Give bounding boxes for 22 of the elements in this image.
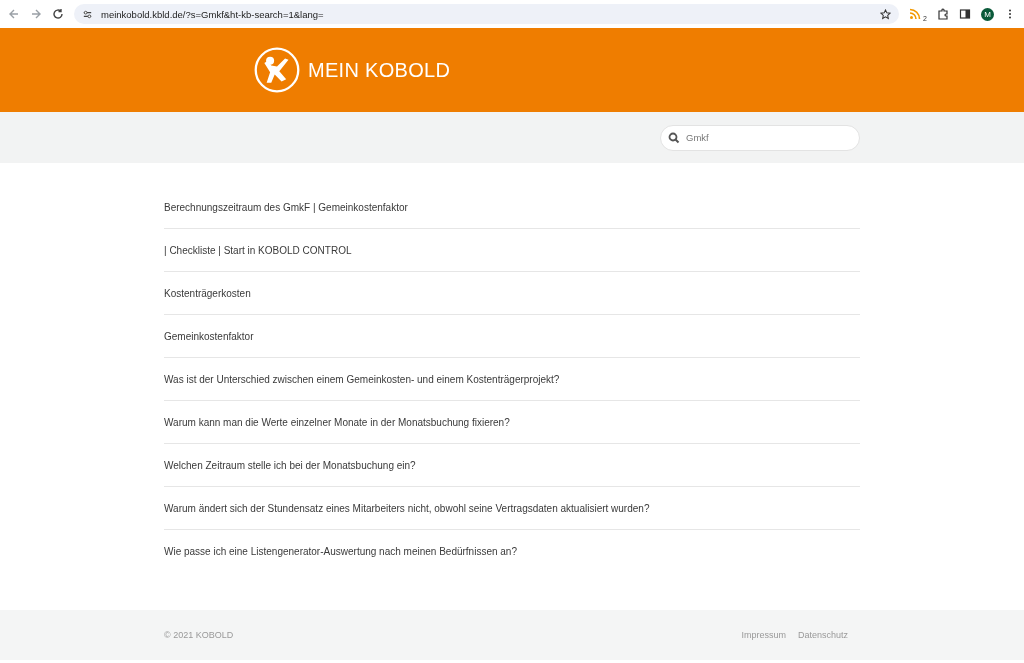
logo-figure-icon[interactable] [254,47,300,93]
address-bar[interactable]: meinkobold.kbld.de/?s=Gmkf&ht-kb-search=1&lang= [74,4,899,24]
result-link[interactable]: Berechnungszeitraum des GmkF | Gemeinkostenfaktor [164,201,408,213]
result-link[interactable]: Warum ändert sich der Stundensatz eines Mitarbeiters nicht, obwohl seine Vertragsdaten aktualisiert wurden? [164,502,650,514]
back-icon[interactable] [8,8,20,20]
result-link[interactable]: Was ist der Unterschied zwischen einem Gemeinkosten- und einem Kostenträgerprojekt? [164,373,560,385]
puzzle-icon[interactable] [937,8,949,20]
result-link[interactable]: Wie passe ich eine Listengenerator-Auswertung nach meinen Bedürfnissen an? [164,546,517,557]
result-link[interactable]: Warum kann man die Werte einzelner Monate in der Monatsbuchung fixieren? [164,416,510,428]
result-link[interactable]: Welchen Zeitraum stelle ich bei der Monatsbuchung ein? [164,459,416,471]
reload-icon[interactable] [52,8,64,20]
result-link[interactable]: Gemeinkostenfaktor [164,330,254,342]
result-link[interactable]: Kostenträgerkosten [164,287,251,299]
result-link[interactable]: | Checkliste | Start in KOBOLD CONTROL [164,244,352,256]
search-icon [668,131,680,144]
site-settings-icon[interactable] [82,8,93,20]
bookmark-star-icon[interactable] [880,8,891,20]
search-field[interactable]: Gmkf [660,124,860,151]
copyright-text: © 2021 KOBOLD [164,630,234,640]
forward-icon[interactable] [30,8,42,20]
side-panel-icon[interactable] [959,8,971,20]
profile-avatar[interactable]: M [981,7,994,21]
